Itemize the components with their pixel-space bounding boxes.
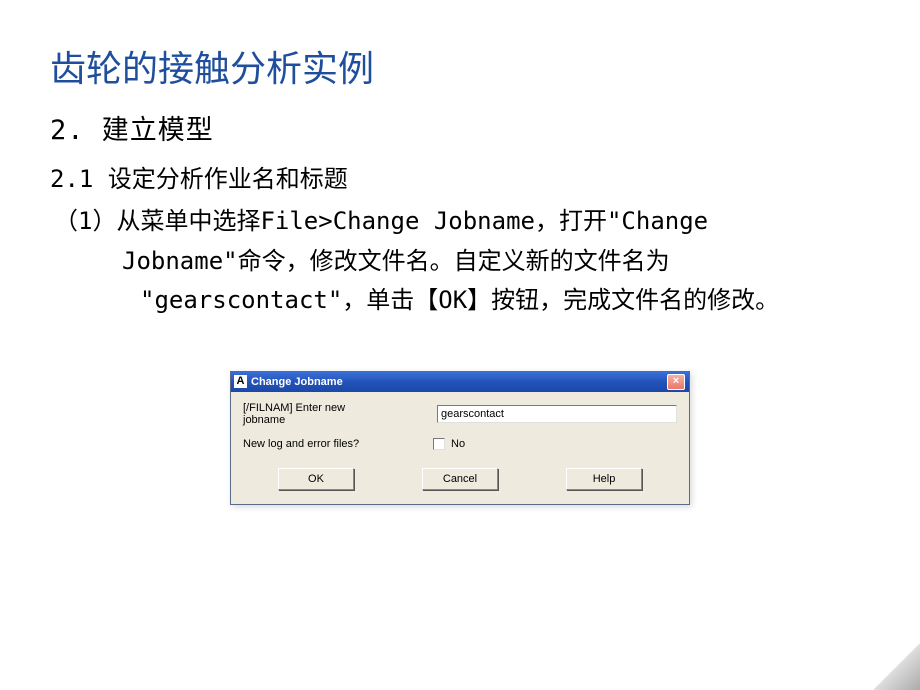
page-title: 齿轮的接触分析实例 — [50, 40, 870, 92]
help-button[interactable]: Help — [566, 468, 642, 490]
section-number: 2. — [50, 115, 85, 146]
subsection-heading-text: 设定分析作业名和标题 — [108, 165, 348, 193]
newlog-label: New log and error files? — [243, 438, 433, 450]
dialog-body: [/FILNAM] Enter new jobname New log and … — [231, 392, 689, 504]
dialog-title: Change Jobname — [251, 376, 667, 388]
change-jobname-dialog: A Change Jobname × [/FILNAM] Enter new j… — [230, 371, 690, 505]
jobname-label: [/FILNAM] Enter new jobname — [243, 402, 385, 426]
newlog-checkbox[interactable] — [433, 438, 445, 450]
ok-button[interactable]: OK — [278, 468, 354, 490]
cancel-button[interactable]: Cancel — [422, 468, 498, 490]
paragraph-line-2: Jobname"命令，修改文件名。自定义新的文件名为 — [50, 242, 870, 282]
app-icon: A — [234, 375, 247, 388]
paragraph-line-1: （1）从菜单中选择File>Change Jobname，打开"Change — [50, 202, 870, 242]
close-icon[interactable]: × — [667, 374, 685, 390]
section-heading: 2. 建立模型 — [50, 108, 870, 147]
subsection-number: 2.1 — [50, 165, 93, 193]
section-heading-text: 建立模型 — [102, 115, 214, 146]
dialog-titlebar: A Change Jobname × — [231, 372, 689, 392]
newlog-checkbox-label: No — [451, 438, 465, 450]
dialog-button-row: OK Cancel Help — [243, 468, 677, 490]
page-fold-icon — [874, 644, 920, 690]
subsection-heading: 2.1 设定分析作业名和标题 — [50, 159, 870, 194]
paragraph-line-3: "gearscontact"，单击【OK】按钮，完成文件名的修改。 — [50, 281, 870, 321]
newlog-row: New log and error files? No — [243, 438, 677, 450]
jobname-input[interactable] — [437, 405, 677, 423]
jobname-row: [/FILNAM] Enter new jobname — [243, 402, 677, 426]
